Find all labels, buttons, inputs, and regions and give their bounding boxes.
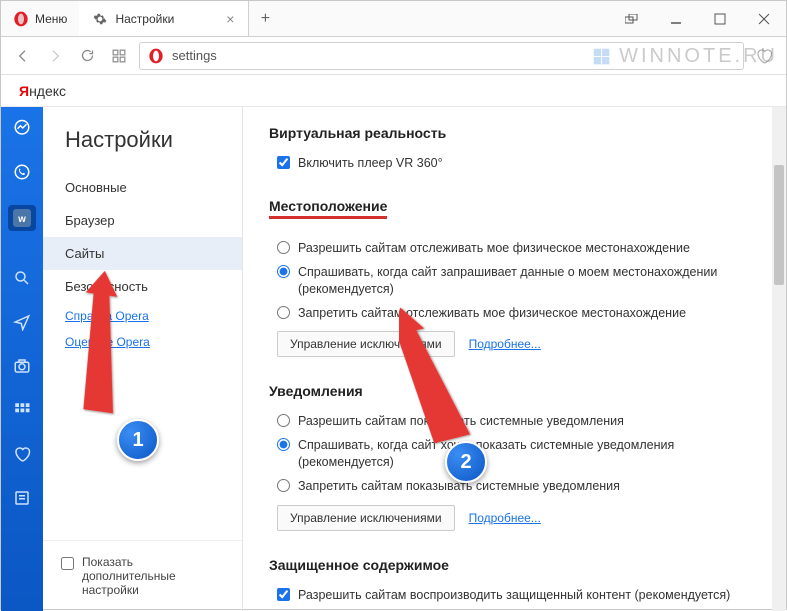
advanced-settings-label: Показать дополнительные настройки: [82, 555, 224, 597]
rail-whatsapp-icon[interactable]: [11, 161, 33, 183]
rail-grid-icon[interactable]: [11, 399, 33, 421]
window-close-button[interactable]: [742, 1, 786, 36]
speed-dial-button[interactable]: [107, 44, 131, 68]
yandex-y: Я: [19, 83, 29, 99]
settings-nav: Настройки Основные Браузер Сайты Безопас…: [43, 107, 243, 611]
window-minimize-button[interactable]: [654, 1, 698, 36]
notif-radio-deny[interactable]: Запретить сайтам показывать системные ув…: [277, 478, 760, 495]
gear-icon: [93, 12, 107, 26]
section-vr-title: Виртуальная реальность: [269, 125, 760, 141]
address-input[interactable]: [172, 48, 735, 63]
nav-forward-button[interactable]: [43, 44, 67, 68]
location-radio-ask[interactable]: Спрашивать, когда сайт запрашивает данны…: [277, 264, 760, 298]
rail-heart-icon[interactable]: [11, 443, 33, 465]
window-controls: [610, 1, 786, 36]
nav-item-security[interactable]: Безопасность: [43, 270, 242, 303]
section-location: Местоположение Разрешить сайтам отслежив…: [269, 198, 760, 358]
section-protected-title: Защищенное содержимое: [269, 557, 760, 573]
window-compact-button[interactable]: [610, 1, 654, 36]
opera-logo-small-icon: [148, 48, 164, 64]
scrollbar-thumb[interactable]: [774, 165, 784, 285]
nav-item-browser[interactable]: Браузер: [43, 204, 242, 237]
menu-button[interactable]: Меню: [1, 1, 79, 36]
nav-link-help[interactable]: Справка Opera: [43, 303, 242, 329]
menu-label: Меню: [35, 12, 67, 26]
vr-checkbox[interactable]: [277, 156, 290, 169]
notif-manage-button[interactable]: Управление исключениями: [277, 505, 455, 531]
location-radio-allow[interactable]: Разрешить сайтам отслеживать мое физичес…: [277, 240, 760, 257]
nav-back-button[interactable]: [11, 44, 35, 68]
rail-vk-icon[interactable]: w: [8, 205, 36, 231]
yandex-bar[interactable]: Яндекс: [1, 75, 786, 107]
protected-checkbox-label: Разрешить сайтам воспроизводить защищенн…: [298, 587, 730, 604]
titlebar: Меню Настройки × +: [1, 1, 786, 37]
vr-checkbox-row[interactable]: Включить плеер VR 360°: [277, 155, 760, 172]
nav-item-basic[interactable]: Основные: [43, 171, 242, 204]
advanced-settings-checkbox[interactable]: Показать дополнительные настройки: [43, 540, 242, 611]
rail-camera-icon[interactable]: [11, 355, 33, 377]
section-protected: Защищенное содержимое Разрешить сайтам в…: [269, 557, 760, 604]
location-more-link[interactable]: Подробнее...: [469, 337, 541, 351]
location-radio-deny[interactable]: Запретить сайтам отслеживать мое физичес…: [277, 305, 760, 322]
nav-reload-button[interactable]: [75, 44, 99, 68]
notif-radio-ask[interactable]: Спрашивать, когда сайт хочет показать си…: [277, 437, 760, 471]
rail-news-icon[interactable]: [11, 487, 33, 509]
notif-more-link[interactable]: Подробнее...: [469, 511, 541, 525]
opera-logo-icon: [13, 11, 29, 27]
tab-close-icon[interactable]: ×: [226, 11, 234, 27]
nav-item-sites[interactable]: Сайты: [43, 237, 242, 270]
svg-text:w: w: [17, 214, 26, 225]
scrollbar[interactable]: [772, 107, 786, 611]
address-bar[interactable]: [139, 42, 744, 70]
rail-search-icon[interactable]: [11, 267, 33, 289]
settings-heading: Настройки: [43, 127, 242, 171]
address-bar-row: [1, 37, 786, 75]
rail-send-icon[interactable]: [11, 311, 33, 333]
notif-radio-allow[interactable]: Разрешить сайтам показывать системные ув…: [277, 413, 760, 430]
tab-title: Настройки: [115, 12, 174, 26]
nav-link-rate[interactable]: Оцените Opera: [43, 329, 242, 355]
settings-content: Виртуальная реальность Включить плеер VR…: [243, 107, 786, 611]
bookmark-heart-icon[interactable]: [752, 44, 776, 68]
advanced-settings-input[interactable]: [61, 557, 74, 570]
section-notifications-title: Уведомления: [269, 383, 760, 399]
section-notifications: Уведомления Разрешить сайтам показывать …: [269, 383, 760, 531]
tab-settings[interactable]: Настройки ×: [79, 1, 249, 36]
vr-checkbox-label: Включить плеер VR 360°: [298, 155, 443, 172]
rail-messenger-icon[interactable]: [11, 117, 33, 139]
protected-checkbox-row[interactable]: Разрешить сайтам воспроизводить защищенн…: [277, 587, 760, 604]
section-vr: Виртуальная реальность Включить плеер VR…: [269, 125, 760, 172]
new-tab-button[interactable]: +: [249, 1, 281, 36]
location-manage-button[interactable]: Управление исключениями: [277, 331, 455, 357]
protected-checkbox[interactable]: [277, 588, 290, 601]
left-rail: w: [1, 107, 43, 611]
yandex-rest: ндекс: [29, 83, 66, 99]
window-maximize-button[interactable]: [698, 1, 742, 36]
section-location-title: Местоположение: [269, 198, 387, 219]
main-area: w Настройки Основные Браузер Сайты Безоп…: [1, 107, 786, 611]
